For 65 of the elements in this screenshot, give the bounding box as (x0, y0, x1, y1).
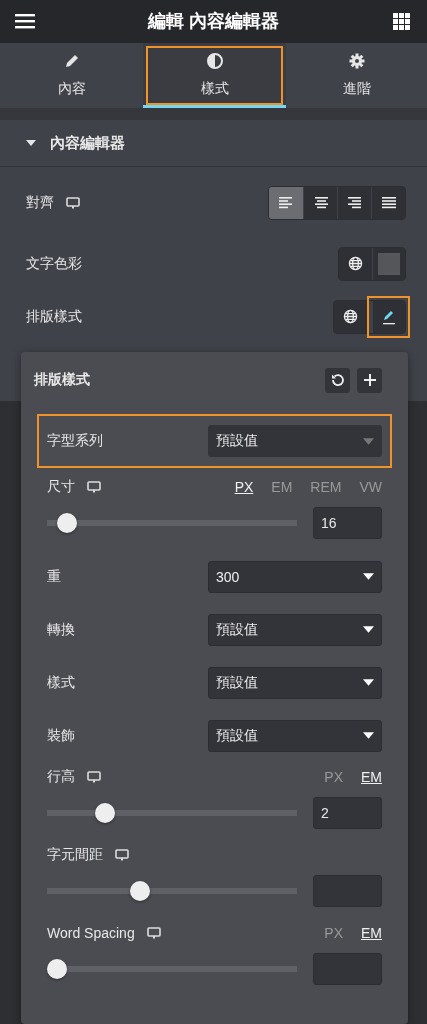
reset-icon (330, 373, 345, 387)
number-field[interactable]: 2 (313, 797, 382, 829)
unit-tab[interactable]: EM (361, 769, 382, 785)
align-button[interactable] (303, 187, 337, 219)
select-field[interactable]: 預設值 (208, 666, 382, 699)
field-label: 重 (47, 567, 61, 586)
align-button[interactable] (337, 187, 371, 219)
select-field[interactable]: 預設值 (208, 613, 382, 646)
slider-thumb[interactable] (129, 881, 150, 901)
number-field[interactable] (313, 875, 382, 907)
select-field[interactable]: 300 (208, 560, 382, 593)
unit-tab[interactable]: EM (361, 925, 382, 941)
field-label: 轉換 (47, 620, 75, 639)
slider-thumb[interactable] (57, 513, 77, 533)
globe-icon (348, 256, 363, 271)
add-button[interactable] (357, 367, 382, 393)
field-label: 裝飾 (47, 726, 75, 745)
number-field[interactable]: 16 (313, 507, 382, 539)
contrast-icon (206, 52, 223, 69)
caret-icon (363, 679, 374, 686)
pencil-icon (63, 52, 80, 69)
color-swatch[interactable] (372, 247, 405, 280)
align-icon (313, 197, 328, 209)
popover-title: 排版樣式 (34, 371, 91, 389)
align-icon (279, 197, 293, 209)
section-header[interactable]: 內容編輯器 (0, 120, 427, 167)
desktop-icon[interactable] (146, 927, 161, 939)
control-label: 排版樣式 (26, 307, 82, 326)
slider-thumb[interactable] (47, 959, 67, 979)
control-label: 文字色彩 (26, 254, 82, 273)
unit-tab[interactable]: PX (234, 479, 254, 495)
select-field[interactable]: 預設值 (208, 719, 382, 752)
caret-icon (363, 573, 374, 580)
align-icon (381, 197, 396, 209)
align-icon (347, 197, 362, 209)
globe-icon (343, 309, 358, 324)
desktop-icon[interactable] (87, 481, 101, 493)
caret-icon (363, 732, 374, 739)
pencil-icon (381, 308, 397, 325)
global-icon-button[interactable] (334, 300, 367, 333)
control-label: 對齊 (26, 194, 54, 212)
global-icon-button[interactable] (339, 247, 372, 280)
align-button[interactable] (371, 187, 405, 219)
plus-icon (362, 373, 377, 387)
field-label: Word Spacing (47, 925, 135, 941)
menu-icon[interactable] (15, 13, 35, 30)
field-label: 字型系列 (47, 432, 103, 450)
slider-thumb[interactable] (94, 803, 115, 823)
caret-icon (363, 437, 374, 445)
field-label: 樣式 (47, 673, 75, 692)
field-label: 尺寸 (47, 478, 75, 496)
field-label: 行高 (47, 768, 75, 786)
number-field[interactable] (313, 953, 382, 985)
caret-icon (363, 626, 374, 633)
field-label: 字元間距 (47, 846, 103, 864)
desktop-icon[interactable] (66, 197, 80, 209)
settings-icon (348, 52, 365, 69)
desktop-icon[interactable] (115, 849, 129, 861)
apps-grid-icon[interactable] (393, 12, 410, 30)
panel-tab[interactable]: 樣式 (143, 42, 286, 108)
panel-tab[interactable]: 進階 (286, 42, 427, 108)
reset-button[interactable] (325, 367, 350, 393)
desktop-icon[interactable] (87, 771, 101, 783)
panel-tab[interactable]: 內容 (0, 42, 143, 108)
panel-title: 編輯 內容編輯器 (148, 10, 280, 34)
